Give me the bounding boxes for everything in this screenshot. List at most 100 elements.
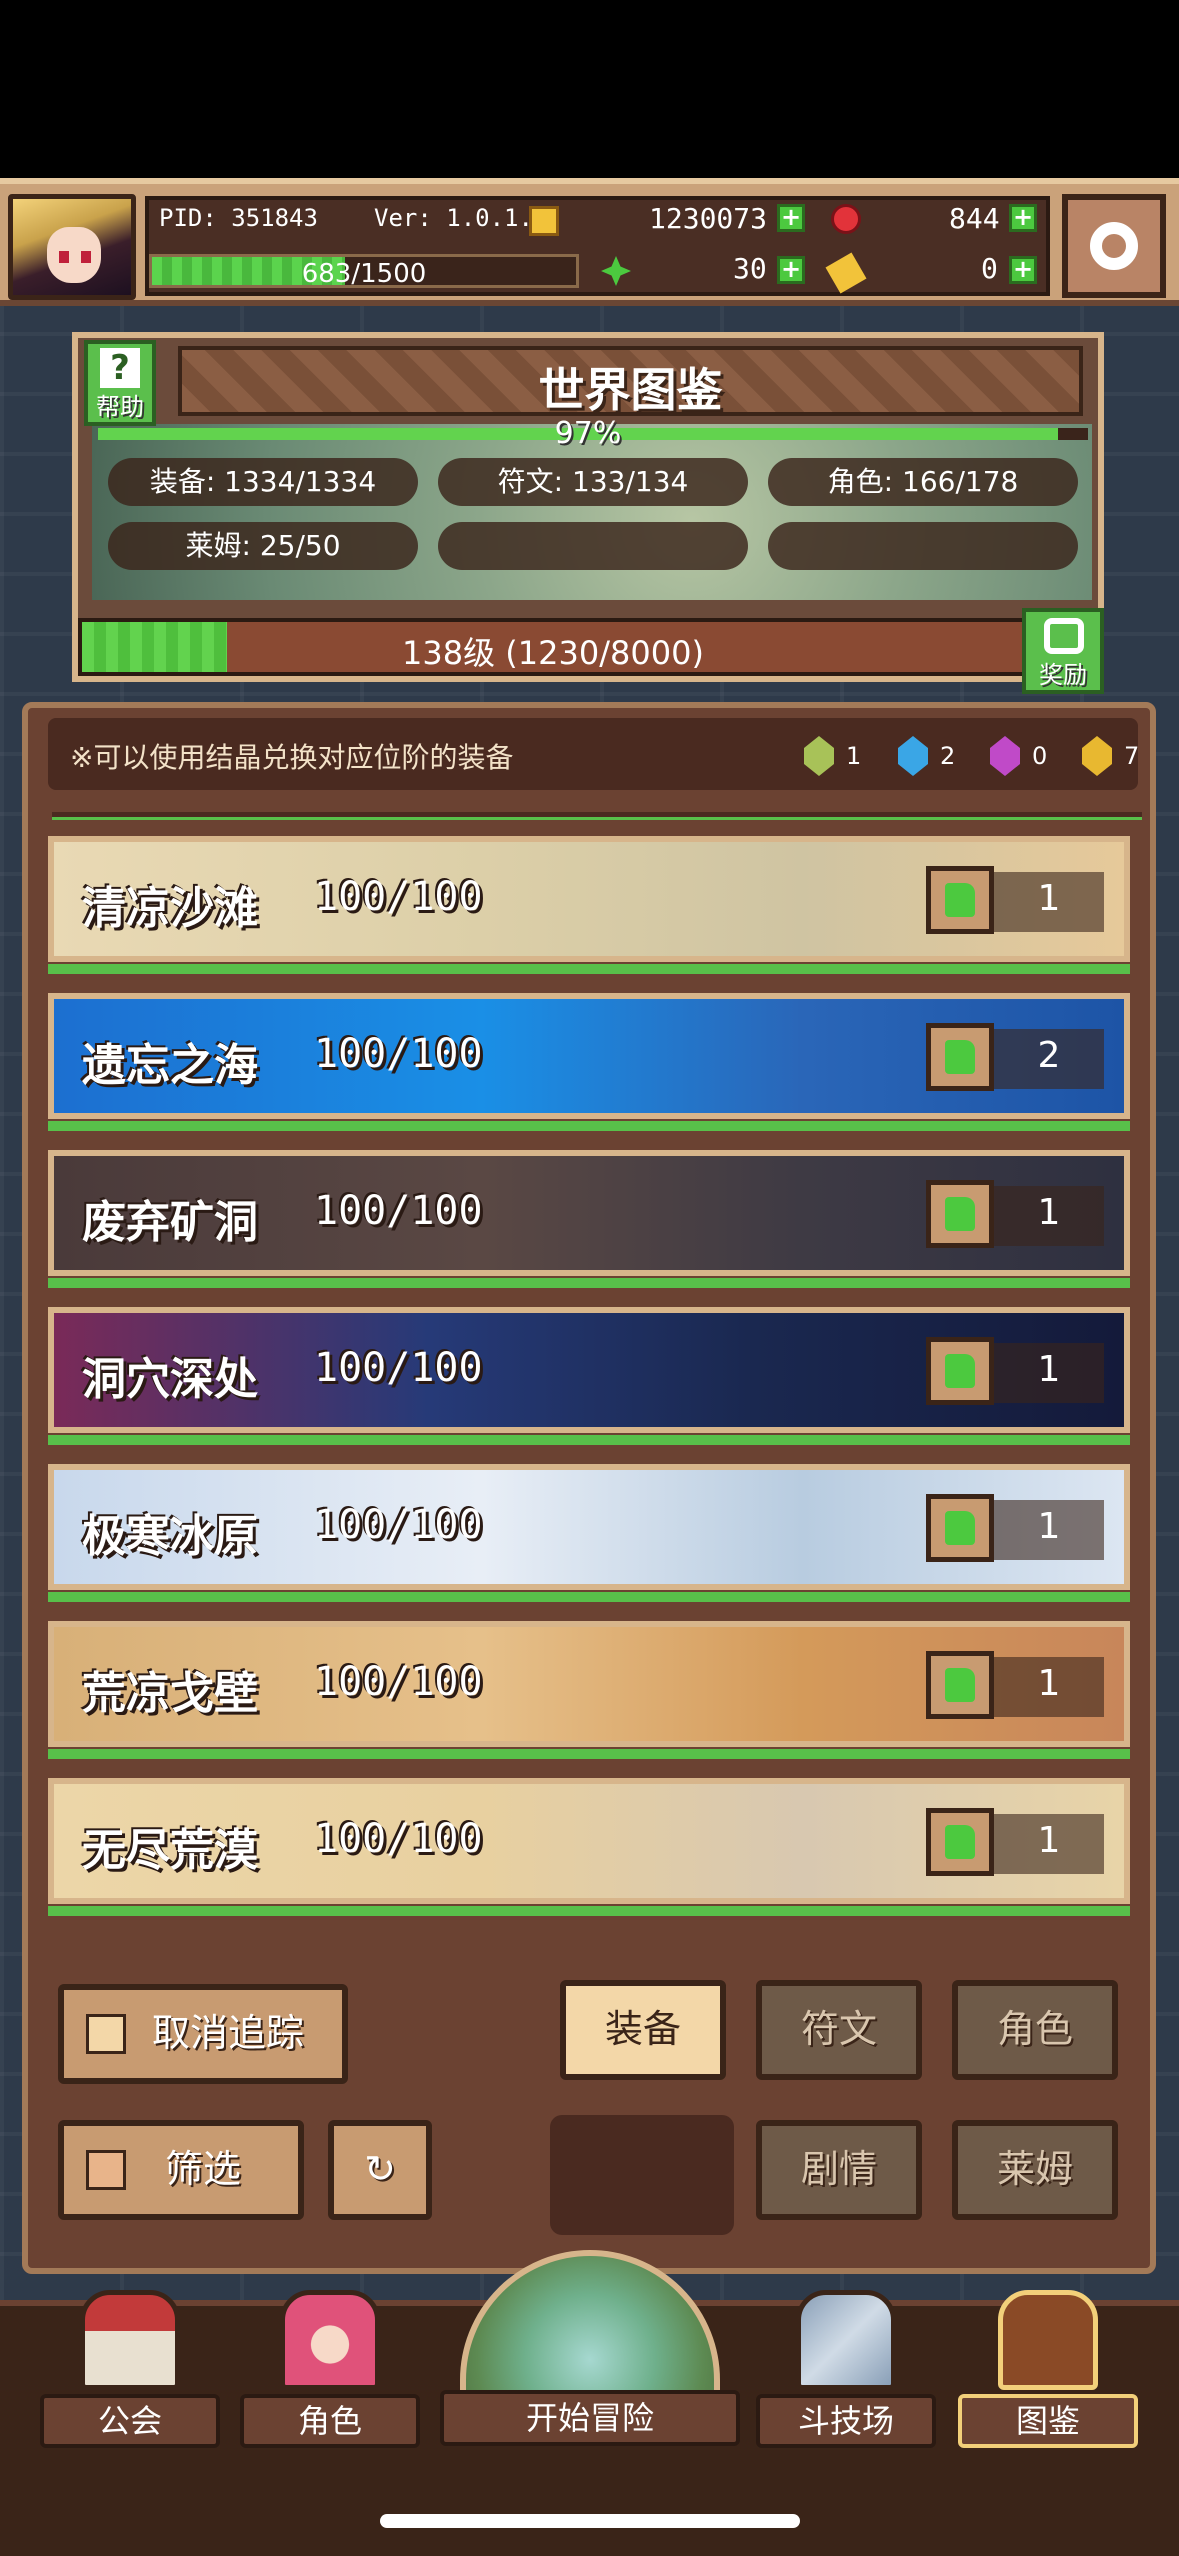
zone-row[interactable]: 荒凉戈壁 100/100 1	[48, 1621, 1130, 1747]
book-icon	[998, 2290, 1098, 2390]
like-count: 1	[1037, 1663, 1061, 1704]
zone-progress: 100/100	[314, 1659, 483, 1705]
zone-progress: 100/100	[314, 1031, 483, 1077]
zone-progress: 100/100	[314, 1345, 483, 1391]
thumb-icon	[86, 2014, 126, 2054]
like-count: 1	[1037, 1506, 1061, 1547]
gold-crystal-icon	[1082, 736, 1112, 776]
game-version: Ver: 1.0.1.4	[374, 204, 548, 232]
green-crystal-count: 1	[846, 742, 862, 770]
thumbs-up-icon	[945, 1511, 975, 1545]
gear-icon	[1090, 222, 1138, 270]
thumbs-up-icon	[945, 1040, 975, 1074]
stat-equipment: 装备: 1334/1334	[108, 458, 418, 506]
tab-story[interactable]: 剧情	[756, 2120, 922, 2220]
nav-guild-label: 公会	[40, 2394, 220, 2448]
add-key-button[interactable]: +	[1009, 256, 1037, 284]
filter-label: 筛选	[164, 2147, 241, 2191]
nav-arena[interactable]: 斗技场	[756, 2290, 936, 2450]
tab-characters[interactable]: 角色	[952, 1980, 1118, 2080]
like-count: 1	[1037, 878, 1061, 919]
codex-header: 世界图鉴 ? 帮助 97% 装备: 1334/1334 符文: 133/134 …	[72, 332, 1104, 694]
untrack-label: 取消追踪	[151, 2011, 304, 2055]
player-id: PID: 351843	[159, 204, 318, 232]
like-count: 1	[1037, 1820, 1061, 1861]
add-gold-button[interactable]: +	[777, 204, 805, 232]
settings-button[interactable]	[1062, 194, 1166, 298]
like-button[interactable]	[926, 1808, 994, 1876]
notice-text: ※可以使用结晶兑换对应位阶的装备	[70, 741, 514, 774]
nav-character-label: 角色	[240, 2394, 420, 2448]
clover-amount: 30	[733, 252, 767, 285]
zone-progress: 100/100	[314, 1502, 483, 1548]
zone-like-box: 1	[926, 1337, 1104, 1405]
like-button[interactable]	[926, 1651, 994, 1719]
like-count: 2	[1037, 1035, 1061, 1076]
green-crystal-icon	[804, 736, 834, 776]
zone-row[interactable]: 极寒冰原 100/100 1	[48, 1464, 1130, 1590]
like-button[interactable]	[926, 866, 994, 934]
like-count: 1	[1037, 1349, 1061, 1390]
magnifier-map-icon	[460, 2250, 720, 2410]
avatar-eye-right	[81, 251, 91, 263]
tab-equipment[interactable]: 装备	[560, 1980, 726, 2080]
nav-codex-label: 图鉴	[958, 2394, 1138, 2448]
zone-name: 清凉沙滩	[82, 883, 258, 934]
hud-resource-panel: PID: 351843 Ver: 1.0.1.4 1230073 + 844 +…	[145, 196, 1050, 296]
tab-runes[interactable]: 符文	[756, 1980, 922, 2080]
untrack-button[interactable]: 取消追踪	[58, 1984, 348, 2084]
reward-button[interactable]: 奖励	[1022, 608, 1104, 694]
zone-complete-strip	[48, 1749, 1130, 1759]
nav-codex[interactable]: 图鉴	[958, 2290, 1138, 2450]
nav-arena-label: 斗技场	[756, 2394, 936, 2448]
purple-crystal-icon	[990, 736, 1020, 776]
zone-name: 洞穴深处	[82, 1354, 258, 1405]
experience-bar: 683/1500	[149, 254, 579, 289]
zone-row[interactable]: 清凉沙滩 100/100 1	[48, 836, 1130, 962]
zone-like-box: 1	[926, 1651, 1104, 1719]
nav-guild[interactable]: 公会	[40, 2290, 220, 2450]
like-button[interactable]	[926, 1337, 994, 1405]
avatar-eye-left	[59, 251, 69, 263]
zone-like-box: 1	[926, 1494, 1104, 1562]
codex-level-text: 138级 (1230/8000)	[402, 634, 704, 672]
purple-crystal-count: 0	[1032, 742, 1048, 770]
like-button[interactable]	[926, 1180, 994, 1248]
zone-row[interactable]: 废弃矿洞 100/100 1	[48, 1150, 1130, 1276]
zone-progress: 100/100	[314, 1816, 483, 1862]
like-count: 1	[1037, 1192, 1061, 1233]
thumbs-up-icon	[945, 1668, 975, 1702]
like-button[interactable]	[926, 1494, 994, 1562]
gold-coin-icon	[529, 206, 559, 236]
filter-button[interactable]: 筛选	[58, 2120, 304, 2220]
nav-character[interactable]: 角色	[240, 2290, 420, 2450]
zone-name: 荒凉戈壁	[82, 1668, 258, 1719]
blue-crystal-icon	[898, 736, 928, 776]
add-clover-button[interactable]: +	[777, 256, 805, 284]
gold-amount: 1230073	[649, 202, 768, 235]
zone-row[interactable]: 遗忘之海 100/100 2	[48, 993, 1130, 1119]
refresh-icon: ↻	[364, 2147, 396, 2191]
zone-complete-strip	[48, 1906, 1130, 1916]
add-gem-button[interactable]: +	[1009, 204, 1037, 232]
zone-complete-strip	[48, 1278, 1130, 1288]
nav-start-label: 开始冒险	[440, 2390, 740, 2446]
thumbs-up-icon	[945, 883, 975, 917]
key-icon	[825, 252, 867, 294]
nav-start-adventure[interactable]: 开始冒险	[440, 2250, 740, 2450]
ruby-gem-icon	[831, 204, 861, 234]
zone-row[interactable]: 洞穴深处 100/100 1	[48, 1307, 1130, 1433]
help-button[interactable]: ? 帮助	[84, 340, 156, 426]
stat-runes: 符文: 133/134	[438, 458, 748, 506]
zone-row[interactable]: 无尽荒漠 100/100 1	[48, 1778, 1130, 1904]
like-button[interactable]	[926, 1023, 994, 1091]
reset-button[interactable]: ↻	[328, 2120, 432, 2220]
thumbs-up-icon	[945, 1354, 975, 1388]
tab-slime[interactable]: 莱姆	[952, 2120, 1118, 2220]
crossed-swords-icon	[796, 2290, 896, 2390]
zone-name: 遗忘之海	[82, 1040, 258, 1091]
player-avatar[interactable]	[8, 194, 136, 300]
zone-like-box: 1	[926, 866, 1104, 934]
avatar-face	[47, 227, 101, 283]
key-amount: 0	[981, 252, 998, 285]
